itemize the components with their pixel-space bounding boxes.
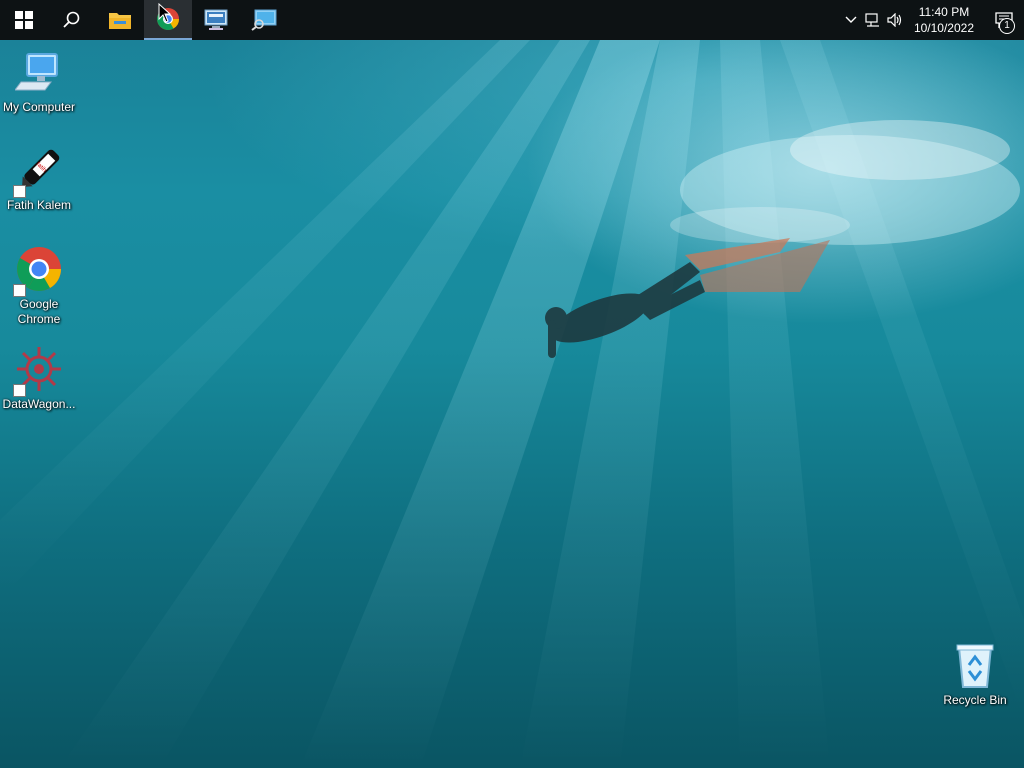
desktop-icon-fatih-kalem[interactable]: fatih Fatih Kalem [0, 146, 78, 213]
desktop[interactable]: My Computer fatih Fatih Kalem Google Chr… [0, 0, 1024, 768]
taskbar-file-explorer[interactable] [96, 0, 144, 40]
search-icon [63, 11, 80, 28]
wallpaper [0, 40, 1024, 768]
taskbar: 11:40 PM 10/10/2022 1 [0, 0, 1024, 40]
monitor-icon [204, 9, 228, 30]
start-button[interactable] [0, 0, 48, 40]
gear-flower-icon [13, 345, 63, 397]
desktop-icon-label: Recycle Bin [943, 693, 1007, 707]
desktop-icon-label: DataWagon... [2, 397, 76, 411]
recycle-bin-icon [951, 641, 999, 689]
network-icon[interactable] [862, 0, 884, 40]
search-button[interactable] [48, 0, 96, 40]
shortcut-arrow-icon [13, 384, 26, 397]
clock-date: 10/10/2022 [913, 21, 974, 35]
chevron-up-icon[interactable] [840, 0, 862, 40]
desktop-icon-label: Fatih Kalem [6, 198, 72, 212]
mouse-cursor-icon [158, 3, 172, 23]
desktop-icon-recycle-bin[interactable]: Recycle Bin [936, 641, 1014, 708]
chrome-icon [13, 245, 63, 297]
desktop-icon-datawagon[interactable]: DataWagon... [0, 345, 78, 412]
action-center-button[interactable]: 1 [984, 0, 1024, 40]
computer-icon [14, 48, 63, 96]
desktop-icon-label: Google Chrome [17, 297, 61, 326]
system-tray: 11:40 PM 10/10/2022 1 [840, 0, 1024, 40]
notification-count-badge: 1 [999, 18, 1015, 34]
folder-icon [109, 13, 131, 29]
shortcut-arrow-icon [13, 185, 26, 198]
diver-silhouette [545, 262, 705, 358]
clock[interactable]: 11:40 PM 10/10/2022 [906, 4, 984, 36]
taskbar-network-monitor[interactable] [240, 0, 288, 40]
desktop-icon-label: My Computer [2, 100, 76, 114]
pen-icon: fatih [13, 146, 63, 198]
volume-icon[interactable] [884, 0, 906, 40]
desktop-icon-google-chrome[interactable]: Google Chrome [0, 245, 78, 327]
desktop-icon-my-computer[interactable]: My Computer [0, 48, 78, 115]
windows-logo-icon [15, 11, 33, 29]
taskbar-remote-desktop[interactable] [192, 0, 240, 40]
monitor-search-icon [251, 9, 277, 31]
shortcut-arrow-icon [13, 284, 26, 297]
clock-time: 11:40 PM [918, 5, 970, 19]
